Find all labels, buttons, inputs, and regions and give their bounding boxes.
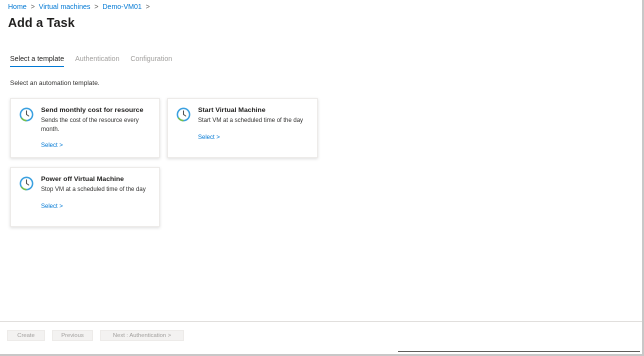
breadcrumb: Home > Virtual machines > Demo-VM01 >: [8, 4, 154, 11]
tab-authentication[interactable]: Authentication: [75, 56, 119, 67]
tab-configuration[interactable]: Configuration: [130, 56, 172, 67]
clock-icon: [19, 176, 34, 191]
wizard-footer: Create Previous Next : Authentication >: [7, 330, 184, 341]
breadcrumb-home[interactable]: Home: [8, 4, 27, 11]
page-title: Add a Task: [8, 16, 75, 30]
card-body: Power off Virtual Machine Stop VM at a s…: [41, 176, 153, 213]
app-window: Home > Virtual machines > Demo-VM01 > Ad…: [0, 0, 644, 356]
card-title: Power off Virtual Machine: [41, 176, 124, 183]
card-body: Send monthly cost for resource Sends the…: [41, 107, 153, 152]
clock-icon: [19, 107, 34, 122]
select-link[interactable]: Select >: [41, 143, 63, 149]
card-description: Sends the cost of the resource every mon…: [41, 118, 139, 133]
card-description: Start VM at a scheduled time of the day: [198, 118, 304, 124]
card-body: Start Virtual Machine Start VM at a sche…: [198, 107, 311, 144]
card-description: Stop VM at a scheduled time of the day: [41, 187, 146, 193]
wizard-tabs: Select a template Authentication Configu…: [10, 56, 172, 67]
instruction-text: Select an automation template.: [10, 80, 100, 87]
breadcrumb-separator: >: [30, 4, 35, 11]
next-authentication-button[interactable]: Next : Authentication >: [100, 330, 184, 341]
screen-edge-divider: [398, 351, 640, 352]
breadcrumb-separator: >: [145, 4, 150, 11]
template-card-power-off-vm[interactable]: Power off Virtual Machine Stop VM at a s…: [10, 167, 160, 227]
tab-select-a-template[interactable]: Select a template: [10, 56, 65, 67]
previous-button[interactable]: Previous: [52, 330, 93, 341]
breadcrumb-virtual-machines[interactable]: Virtual machines: [39, 4, 91, 11]
select-link[interactable]: Select >: [198, 135, 220, 141]
create-button[interactable]: Create: [7, 330, 45, 341]
template-card-start-vm[interactable]: Start Virtual Machine Start VM at a sche…: [167, 98, 318, 158]
footer-divider: [0, 321, 642, 322]
card-title: Send monthly cost for resource: [41, 107, 144, 114]
clock-icon: [176, 107, 191, 122]
template-card-monthly-cost[interactable]: Send monthly cost for resource Sends the…: [10, 98, 160, 158]
breadcrumb-demo-vm01[interactable]: Demo-VM01: [103, 4, 142, 11]
card-title: Start Virtual Machine: [198, 107, 266, 114]
breadcrumb-separator: >: [94, 4, 99, 11]
select-link[interactable]: Select >: [41, 204, 63, 210]
